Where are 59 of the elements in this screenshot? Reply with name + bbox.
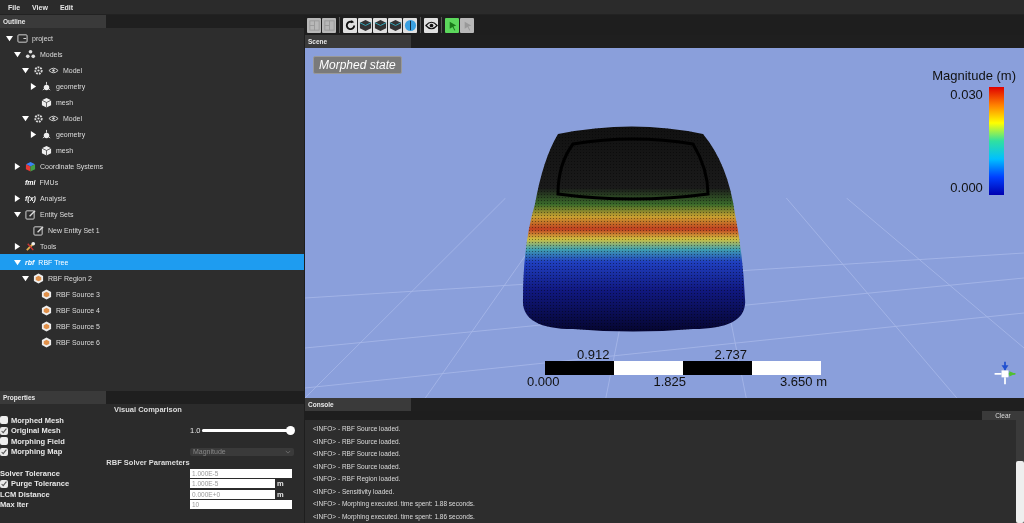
legend-title: Magnitude (m) [932,68,1016,83]
tool-button[interactable] [358,17,372,33]
collapsed-caret-icon[interactable] [14,162,21,170]
cube-icon [358,18,372,32]
cube-icon [41,144,52,156]
expanded-caret-icon[interactable] [6,34,13,42]
scale-label: 2.737 [714,348,748,361]
tool-button[interactable] [388,17,402,33]
rotate-icon [343,18,357,32]
molecule-icon [25,48,36,60]
edit-icon [25,208,36,220]
expanded-caret-icon[interactable] [14,210,21,218]
edit-icon [33,224,44,236]
gear-icon [33,112,44,124]
layout-icon [307,18,321,32]
chevron-down-icon [285,449,291,454]
cube-icon [25,160,36,172]
collapsed-caret-icon[interactable] [30,82,37,90]
expanded-caret-icon[interactable] [22,66,29,74]
tool-button[interactable] [445,17,459,33]
expanded-caret-icon[interactable] [14,50,21,58]
scale-label: 0.912 [577,348,610,361]
cube-icon [373,18,387,32]
collapsed-caret-icon[interactable] [30,130,37,138]
legend-max-label: 0.030 [950,87,983,102]
tool-button[interactable] [373,17,387,33]
tools-icon [25,240,36,252]
scale-label: 0.000 [527,375,560,389]
geometry-icon [41,128,52,140]
cube-icon [41,96,52,108]
tool-button[interactable] [343,17,357,33]
checkbox[interactable] [0,416,8,425]
geometry-icon [41,80,52,92]
state-label: Morphed state [313,56,402,74]
box-icon [41,288,52,300]
box-icon [33,272,44,284]
layout-icon [322,18,336,32]
tool-button[interactable] [424,17,438,33]
scale-label: 1.825 [653,375,687,389]
folder-icon [17,32,28,44]
gear-icon [33,64,44,76]
checkbox[interactable] [0,447,8,456]
checkbox[interactable] [0,479,8,488]
expanded-caret-icon[interactable] [22,274,29,282]
box-icon [41,304,52,316]
box-icon [41,336,52,348]
cube-icon [388,18,402,32]
tool-button[interactable] [403,17,417,33]
checkbox[interactable] [0,426,8,435]
scale-label: 3.650 m [780,375,827,389]
slider-handle[interactable] [286,426,296,436]
collapsed-caret-icon[interactable] [14,194,21,202]
box-icon [41,320,52,332]
collapsed-caret-icon[interactable] [14,242,21,250]
expanded-caret-icon[interactable] [22,114,29,122]
scrollbar[interactable] [1016,420,1024,523]
sphere-icon [403,18,417,32]
checkbox[interactable] [0,437,8,446]
legend-min-label: 0.000 [950,180,983,195]
